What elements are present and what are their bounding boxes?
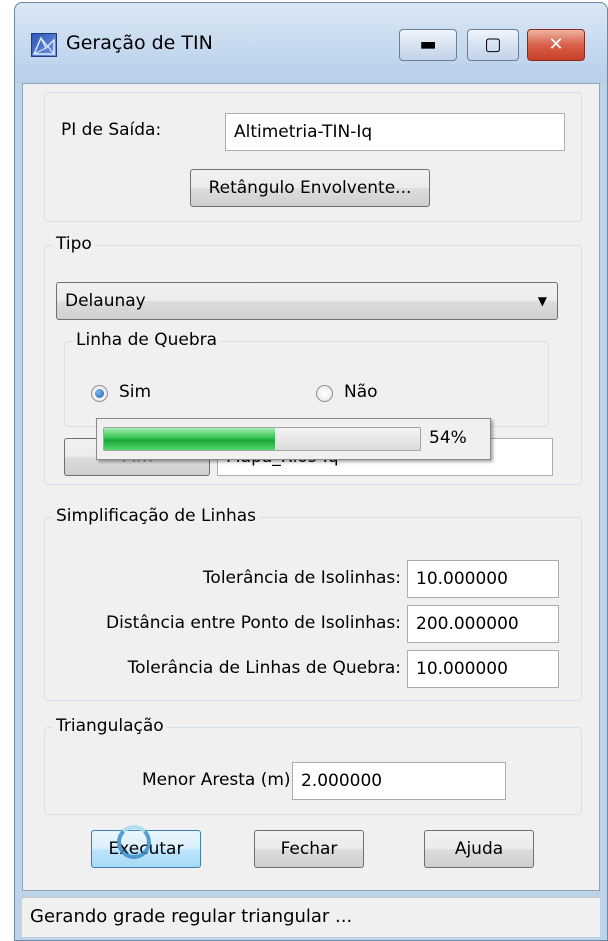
breakline-yes-label[interactable]: Sim	[119, 382, 151, 402]
tipo-group-label: Tipo	[53, 234, 95, 254]
breakline-no-radio[interactable]	[316, 385, 333, 402]
progress-bar	[103, 427, 421, 451]
progress-percent: 54%	[429, 428, 467, 448]
help-button[interactable]: Ajuda	[424, 830, 534, 868]
breakline-no-label[interactable]: Não	[344, 382, 378, 402]
min-edge-field[interactable]: 2.000000	[292, 762, 506, 800]
bounding-rectangle-button[interactable]: Retângulo Envolvente...	[190, 169, 430, 207]
tipo-selected-value: Delaunay	[65, 291, 146, 311]
tipo-dropdown[interactable]: Delaunay ▼	[56, 282, 558, 320]
status-bar: Gerando grade regular triangular ...	[22, 897, 600, 937]
breakline-group: Linha de Quebra Sim Não	[64, 330, 549, 427]
breakline-tolerance-label: Tolerância de Linhas de Quebra:	[127, 658, 401, 678]
simplification-group: Simplificação de Linhas Tolerância de Is…	[44, 506, 582, 701]
tin-generation-window: Geração de TIN ▬ ▢ ✕ PI de Saída: Altime…	[14, 2, 608, 941]
dialog-client-area: PI de Saída: Altimetria-TIN-Iq Retângulo…	[22, 83, 600, 891]
triangulation-group-label: Triangulação	[53, 716, 167, 736]
triangulation-group: Triangulação Menor Aresta (m): 2.000000	[44, 716, 582, 815]
close-icon: ✕	[548, 34, 564, 55]
window-title: Geração de TIN	[66, 32, 213, 54]
output-pi-label: PI de Saída:	[61, 120, 162, 140]
dropdown-arrow-icon: ▼	[537, 294, 547, 308]
busy-spinner-icon	[117, 825, 151, 859]
maximize-icon: ▢	[484, 34, 502, 55]
minimize-button[interactable]: ▬	[399, 29, 457, 61]
progress-popup: 54%	[96, 418, 491, 460]
simplification-group-label: Simplificação de Linhas	[53, 506, 260, 526]
isoline-tolerance-label: Tolerância de Isolinhas:	[202, 568, 401, 588]
tin-app-icon	[31, 33, 57, 57]
status-text: Gerando grade regular triangular ...	[30, 906, 353, 927]
isoline-point-distance-field[interactable]: 200.000000	[407, 605, 559, 643]
output-pi-field[interactable]: Altimetria-TIN-Iq	[225, 113, 565, 151]
isoline-tolerance-field[interactable]: 10.000000	[407, 560, 559, 598]
minimize-icon: ▬	[419, 34, 437, 55]
breakline-tolerance-field[interactable]: 10.000000	[407, 650, 559, 688]
close-button[interactable]: Fechar	[254, 830, 364, 868]
maximize-button[interactable]: ▢	[467, 29, 519, 61]
isoline-point-distance-label: Distância entre Ponto de Isolinhas:	[105, 613, 401, 633]
min-edge-label: Menor Aresta (m):	[142, 770, 297, 790]
breakline-group-label: Linha de Quebra	[73, 330, 221, 350]
output-group: PI de Saída: Altimetria-TIN-Iq Retângulo…	[44, 92, 582, 222]
title-bar[interactable]: Geração de TIN ▬ ▢ ✕	[15, 3, 607, 83]
close-window-button[interactable]: ✕	[527, 29, 585, 61]
breakline-yes-radio[interactable]	[91, 385, 108, 402]
progress-fill	[104, 428, 275, 450]
